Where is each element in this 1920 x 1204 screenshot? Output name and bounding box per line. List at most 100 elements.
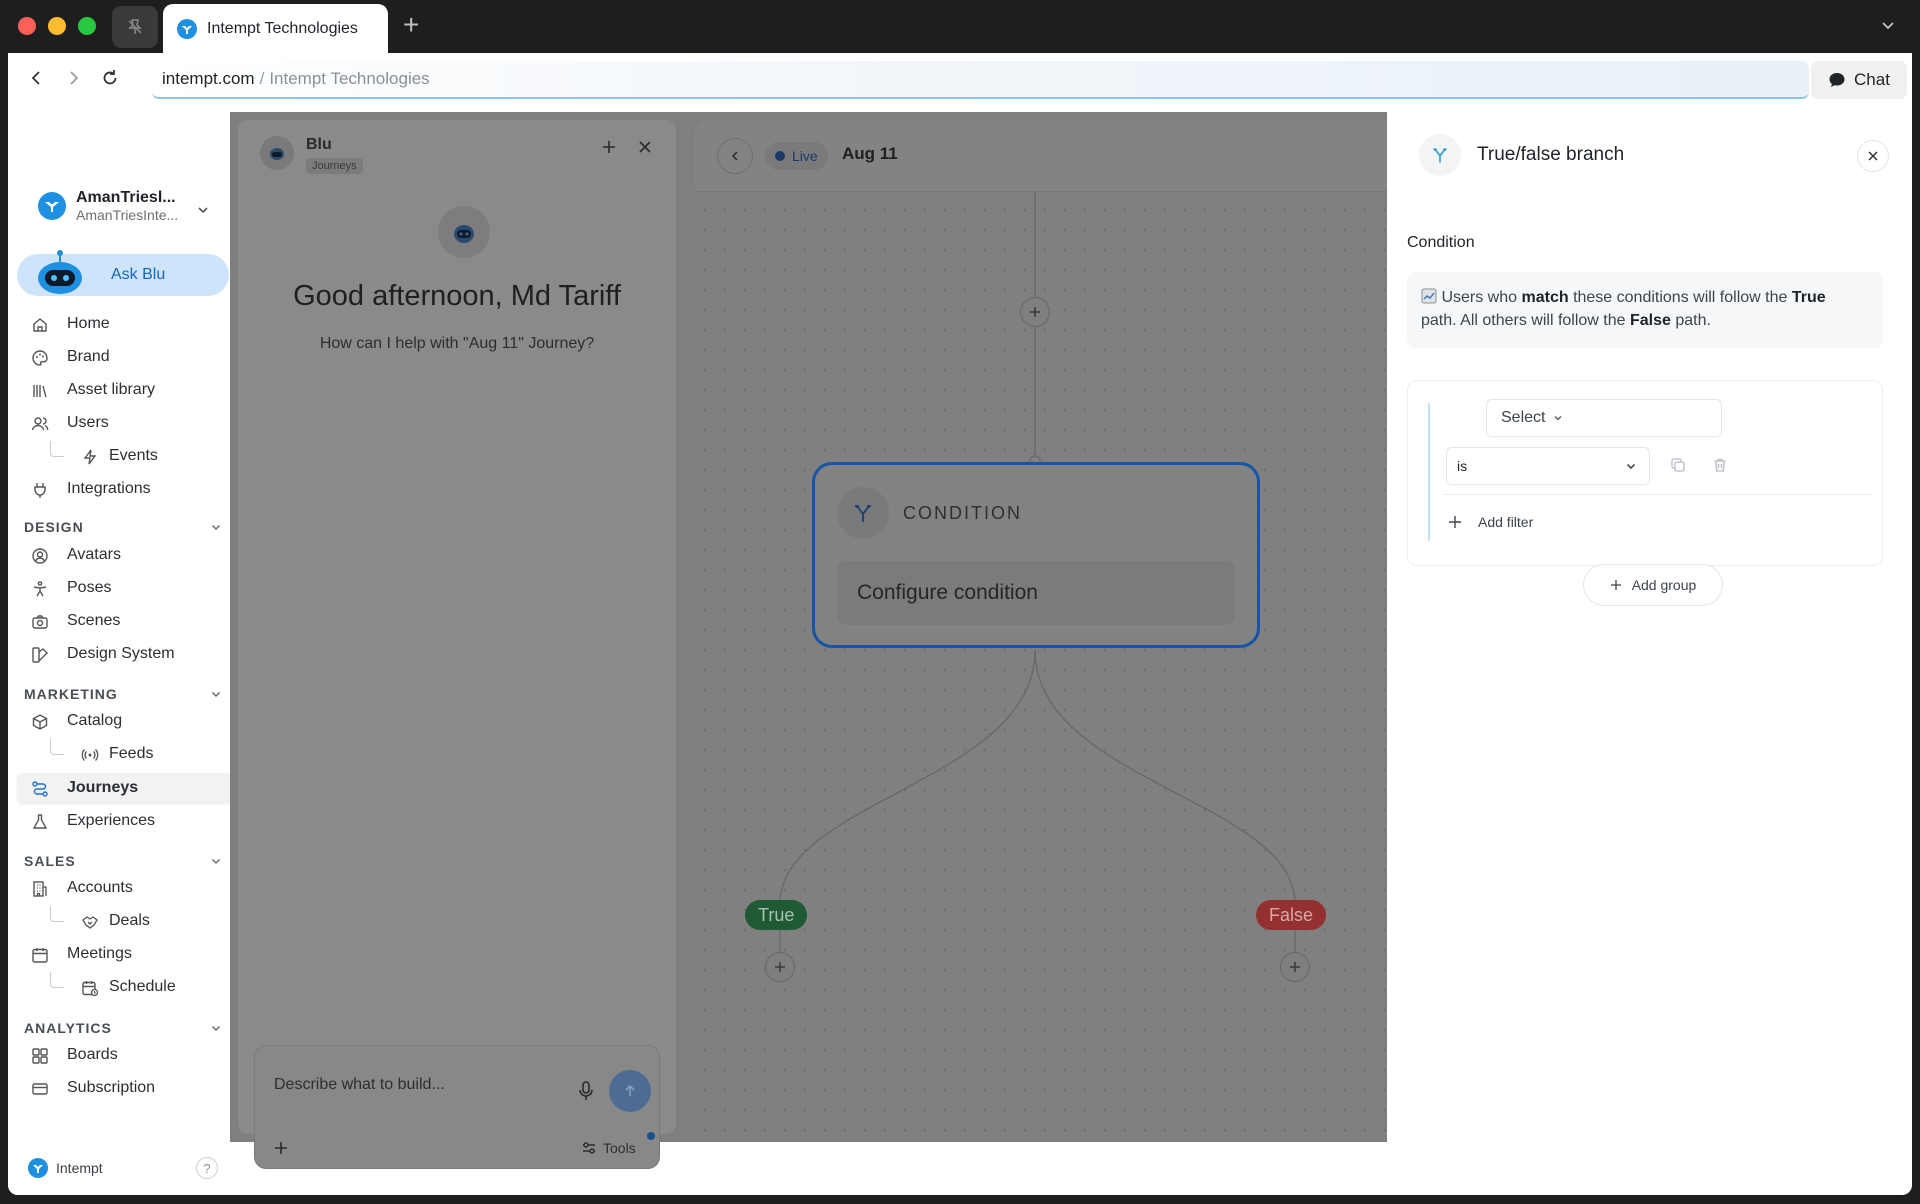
journey-canvas[interactable]: Live Aug 11 CONDITION Configure conditio… (695, 120, 1395, 1134)
chat-button[interactable]: Chat (1811, 61, 1907, 99)
sidebar-item-events[interactable]: Events (17, 441, 238, 471)
handshake-icon (82, 916, 98, 929)
swatch-book-icon (32, 647, 48, 663)
sidebar-item-meetings[interactable]: Meetings (17, 939, 238, 969)
info-emphasis: False (1630, 312, 1671, 329)
sidebar-item-feeds[interactable]: Feeds (17, 739, 238, 769)
intempt-logo-icon (177, 18, 197, 39)
sidebar-item-label: Design System (67, 645, 175, 662)
intempt-logo-icon (28, 1158, 48, 1178)
blu-robot-icon (438, 206, 490, 258)
forward-button[interactable] (64, 68, 84, 93)
add-step-button[interactable] (1020, 297, 1050, 327)
add-group-button[interactable]: Add group (1583, 564, 1723, 606)
lightning-icon (83, 449, 97, 465)
sidebar-item-label: Deals (109, 912, 150, 929)
chevron-down-icon[interactable] (210, 688, 222, 700)
plus-icon[interactable] (600, 138, 618, 156)
copy-icon[interactable] (1670, 457, 1686, 473)
close-icon[interactable] (638, 140, 652, 154)
sidebar: AmanTriesl... AmanTriesInte... Ask Blu H… (8, 163, 238, 1195)
close-window-button[interactable] (18, 17, 36, 35)
select-label: Select (1501, 409, 1546, 426)
property-select[interactable]: Select (1486, 399, 1722, 437)
sidebar-item-label: Journeys (67, 779, 139, 796)
sidebar-item-design-system[interactable]: Design System (17, 639, 238, 669)
maximize-window-button[interactable] (78, 17, 96, 35)
chevron-down-icon[interactable] (196, 203, 210, 217)
configure-condition-button[interactable]: Configure condition (837, 561, 1235, 625)
chevron-down-icon[interactable] (210, 521, 222, 533)
url-field[interactable]: intempt.com / Intempt Technologies (152, 61, 1809, 99)
sidebar-item-brand[interactable]: Brand (17, 342, 238, 372)
branch-settings-panel: True/false branch Condition Users who ma… (1387, 112, 1904, 1142)
add-step-true-button[interactable] (765, 952, 795, 982)
help-button[interactable]: ? (196, 1157, 218, 1179)
add-step-false-button[interactable] (1280, 952, 1310, 982)
chevron-down-icon[interactable] (210, 855, 222, 867)
sidebar-item-boards[interactable]: Boards (17, 1040, 238, 1070)
sidebar-item-home[interactable]: Home (17, 309, 238, 339)
operator-value: is (1457, 458, 1468, 474)
add-filter-button[interactable]: Add filter (1448, 514, 1533, 530)
new-tab-button[interactable]: + (403, 11, 419, 39)
url-domain: intempt.com (162, 69, 255, 88)
calendar-icon (32, 948, 48, 963)
split-branch-icon (1419, 134, 1461, 176)
send-button[interactable] (609, 1070, 651, 1112)
microphone-icon[interactable] (577, 1080, 595, 1102)
sidebar-item-label: Boards (67, 1046, 118, 1063)
sidebar-item-integrations[interactable]: Integrations (17, 474, 238, 504)
chevron-down-icon (1555, 416, 1562, 421)
tools-label: Tools (603, 1140, 636, 1156)
plus-icon (775, 962, 785, 972)
plus-icon (1030, 307, 1040, 317)
workspace-logo-icon (38, 192, 66, 220)
condition-node[interactable]: CONDITION Configure condition (812, 462, 1260, 648)
chevron-down-icon[interactable] (210, 1022, 222, 1034)
dashboard-grid-icon (32, 1048, 48, 1064)
sidebar-item-users[interactable]: Users (17, 408, 238, 438)
reload-button[interactable] (100, 68, 120, 93)
group-indicator (1428, 403, 1430, 541)
pinned-tab-button[interactable] (112, 6, 158, 48)
sidebar-item-poses[interactable]: Poses (17, 573, 238, 603)
sidebar-item-scenes[interactable]: Scenes (17, 606, 238, 636)
sidebar-item-accounts[interactable]: Accounts (17, 873, 238, 903)
chevron-left-icon (31, 71, 40, 85)
sidebar-footer-brand[interactable]: Intempt (28, 1158, 103, 1178)
close-panel-button[interactable] (1857, 140, 1889, 172)
sliders-icon (583, 1142, 595, 1154)
tools-button[interactable]: Tools (581, 1140, 636, 1156)
operator-select[interactable]: is (1446, 447, 1650, 485)
blu-assistant-panel: Blu Journeys Good afternoon, Md Tariff H… (238, 120, 676, 1169)
browser-tab-active[interactable]: Intempt Technologies (163, 4, 388, 53)
ask-blu-button[interactable]: Ask Blu (17, 250, 229, 296)
sidebar-item-label: Events (109, 447, 158, 464)
blu-prompt-input[interactable]: Describe what to build... Tools (254, 1045, 660, 1169)
sidebar-item-schedule[interactable]: Schedule (17, 972, 238, 1002)
tab-list-chevron-icon[interactable] (1880, 18, 1896, 39)
sidebar-item-catalog[interactable]: Catalog (17, 706, 238, 736)
sidebar-item-deals[interactable]: Deals (17, 906, 238, 936)
tab-title: Intempt Technologies (207, 19, 358, 37)
sidebar-item-asset-library[interactable]: Asset library (17, 375, 238, 405)
sidebar-item-avatars[interactable]: Avatars (17, 540, 238, 570)
back-button[interactable] (26, 68, 46, 93)
camera-icon (32, 615, 48, 629)
minimize-window-button[interactable] (48, 17, 66, 35)
sidebar-item-label: Avatars (67, 546, 121, 563)
plus-icon[interactable] (273, 1140, 289, 1156)
sidebar-item-journeys[interactable]: Journeys (17, 773, 238, 803)
sidebar-item-label: Home (67, 315, 110, 332)
sidebar-item-label: Poses (67, 579, 112, 596)
sidebar-item-experiences[interactable]: Experiences (17, 806, 238, 836)
chat-label: Chat (1854, 70, 1890, 89)
trash-icon[interactable] (1712, 457, 1728, 473)
divider (1442, 494, 1872, 495)
sidebar-item-label: Scenes (67, 612, 121, 629)
workspace-switcher[interactable]: AmanTriesl... AmanTriesInte... (38, 189, 178, 223)
sidebar-item-subscription[interactable]: Subscription (17, 1073, 238, 1103)
blu-subtitle: How can I help with "Aug 11" Journey? (319, 335, 595, 352)
chevron-right-icon (70, 71, 79, 85)
